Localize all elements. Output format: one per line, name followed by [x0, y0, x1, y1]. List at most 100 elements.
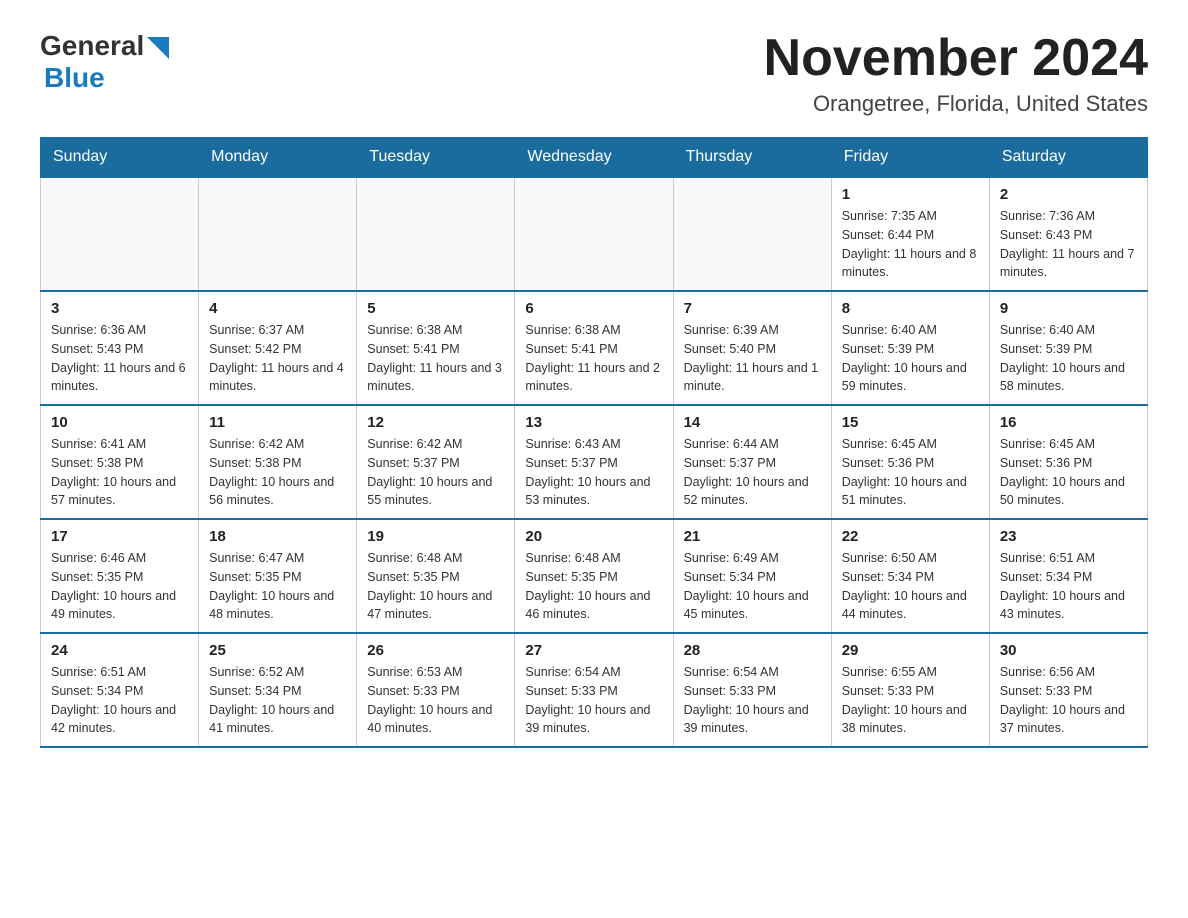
calendar-header-row: SundayMondayTuesdayWednesdayThursdayFrid…	[41, 138, 1148, 178]
calendar-cell: 7 Sunrise: 6:39 AM Sunset: 5:40 PM Daylig…	[673, 291, 831, 405]
day-info: Sunrise: 6:45 AM Sunset: 5:36 PM Dayligh…	[1000, 435, 1137, 510]
calendar-cell: 25Sunrise: 6:52 AM Sunset: 5:34 PM Dayli…	[199, 633, 357, 747]
day-info: Sunrise: 6:38 AM Sunset: 5:41 PM Dayligh…	[367, 321, 504, 396]
calendar-cell: 14Sunrise: 6:44 AM Sunset: 5:37 PM Dayli…	[673, 405, 831, 519]
calendar-header-friday: Friday	[831, 138, 989, 178]
day-info: Sunrise: 7:35 AM Sunset: 6:44 PM Dayligh…	[842, 207, 979, 282]
calendar-cell: 23 Sunrise: 6:51 AM Sunset: 5:34 PM Dayli…	[989, 519, 1147, 633]
day-number: 12	[367, 414, 504, 431]
calendar-cell: 24Sunrise: 6:51 AM Sunset: 5:34 PM Dayli…	[41, 633, 199, 747]
day-info: Sunrise: 6:40 AM Sunset: 5:39 PM Dayligh…	[842, 321, 979, 396]
day-number: 23	[1000, 528, 1137, 545]
day-number: 8	[842, 300, 979, 317]
calendar-header-thursday: Thursday	[673, 138, 831, 178]
calendar-cell: 15 Sunrise: 6:45 AM Sunset: 5:36 PM Dayli…	[831, 405, 989, 519]
day-info: Sunrise: 6:41 AM Sunset: 5:38 PM Dayligh…	[51, 435, 188, 510]
calendar-header-monday: Monday	[199, 138, 357, 178]
calendar-cell	[673, 177, 831, 291]
day-number: 1	[842, 186, 979, 203]
calendar-cell: 3 Sunrise: 6:36 AM Sunset: 5:43 PM Daylig…	[41, 291, 199, 405]
calendar-cell: 22 Sunrise: 6:50 AM Sunset: 5:34 PM Dayli…	[831, 519, 989, 633]
calendar-week-row: 10 Sunrise: 6:41 AM Sunset: 5:38 PM Dayli…	[41, 405, 1148, 519]
day-number: 29	[842, 642, 979, 659]
day-info: Sunrise: 7:36 AM Sunset: 6:43 PM Dayligh…	[1000, 207, 1137, 282]
calendar-header-sunday: Sunday	[41, 138, 199, 178]
calendar-cell: 19 Sunrise: 6:48 AM Sunset: 5:35 PM Dayli…	[357, 519, 515, 633]
calendar-header-wednesday: Wednesday	[515, 138, 673, 178]
day-number: 26	[367, 642, 504, 659]
calendar-cell: 12 Sunrise: 6:42 AM Sunset: 5:37 PM Dayli…	[357, 405, 515, 519]
day-info: Sunrise: 6:48 AM Sunset: 5:35 PM Dayligh…	[367, 549, 504, 624]
calendar-cell: 4 Sunrise: 6:37 AM Sunset: 5:42 PM Daylig…	[199, 291, 357, 405]
day-info: Sunrise: 6:38 AM Sunset: 5:41 PM Dayligh…	[525, 321, 662, 396]
day-info: Sunrise: 6:37 AM Sunset: 5:42 PM Dayligh…	[209, 321, 346, 396]
day-number: 13	[525, 414, 662, 431]
day-number: 24	[51, 642, 188, 659]
calendar-cell: 26Sunrise: 6:53 AM Sunset: 5:33 PM Dayli…	[357, 633, 515, 747]
day-info: Sunrise: 6:44 AM Sunset: 5:37 PM Dayligh…	[684, 435, 821, 510]
calendar-cell: 17Sunrise: 6:46 AM Sunset: 5:35 PM Dayli…	[41, 519, 199, 633]
calendar-cell: 21 Sunrise: 6:49 AM Sunset: 5:34 PM Dayli…	[673, 519, 831, 633]
day-info: Sunrise: 6:48 AM Sunset: 5:35 PM Dayligh…	[525, 549, 662, 624]
calendar-cell	[41, 177, 199, 291]
day-info: Sunrise: 6:54 AM Sunset: 5:33 PM Dayligh…	[684, 663, 821, 738]
day-info: Sunrise: 6:54 AM Sunset: 5:33 PM Dayligh…	[525, 663, 662, 738]
calendar-cell	[515, 177, 673, 291]
calendar-header-saturday: Saturday	[989, 138, 1147, 178]
calendar-week-row: 3 Sunrise: 6:36 AM Sunset: 5:43 PM Daylig…	[41, 291, 1148, 405]
day-info: Sunrise: 6:39 AM Sunset: 5:40 PM Dayligh…	[684, 321, 821, 396]
day-number: 9	[1000, 300, 1137, 317]
day-info: Sunrise: 6:45 AM Sunset: 5:36 PM Dayligh…	[842, 435, 979, 510]
day-number: 4	[209, 300, 346, 317]
calendar-week-row: 24Sunrise: 6:51 AM Sunset: 5:34 PM Dayli…	[41, 633, 1148, 747]
calendar-table: SundayMondayTuesdayWednesdayThursdayFrid…	[40, 137, 1148, 748]
calendar-cell: 27 Sunrise: 6:54 AM Sunset: 5:33 PM Dayli…	[515, 633, 673, 747]
calendar-cell: 16 Sunrise: 6:45 AM Sunset: 5:36 PM Dayli…	[989, 405, 1147, 519]
day-info: Sunrise: 6:42 AM Sunset: 5:38 PM Dayligh…	[209, 435, 346, 510]
logo-general-text: General	[40, 30, 144, 62]
day-info: Sunrise: 6:49 AM Sunset: 5:34 PM Dayligh…	[684, 549, 821, 624]
calendar-subtitle: Orangetree, Florida, United States	[764, 91, 1148, 117]
day-info: Sunrise: 6:36 AM Sunset: 5:43 PM Dayligh…	[51, 321, 188, 396]
day-info: Sunrise: 6:51 AM Sunset: 5:34 PM Dayligh…	[1000, 549, 1137, 624]
calendar-cell: 10 Sunrise: 6:41 AM Sunset: 5:38 PM Dayli…	[41, 405, 199, 519]
day-number: 6	[525, 300, 662, 317]
logo-blue-text: Blue	[44, 62, 105, 94]
calendar-cell: 9 Sunrise: 6:40 AM Sunset: 5:39 PM Daylig…	[989, 291, 1147, 405]
calendar-cell	[199, 177, 357, 291]
calendar-title-section: November 2024 Orangetree, Florida, Unite…	[764, 30, 1148, 117]
calendar-cell: 18Sunrise: 6:47 AM Sunset: 5:35 PM Dayli…	[199, 519, 357, 633]
calendar-header-tuesday: Tuesday	[357, 138, 515, 178]
day-info: Sunrise: 6:40 AM Sunset: 5:39 PM Dayligh…	[1000, 321, 1137, 396]
day-number: 27	[525, 642, 662, 659]
day-number: 28	[684, 642, 821, 659]
day-number: 20	[525, 528, 662, 545]
page-header: General Blue November 2024 Orangetree, F…	[40, 30, 1148, 117]
day-number: 22	[842, 528, 979, 545]
calendar-cell: 28 Sunrise: 6:54 AM Sunset: 5:33 PM Dayli…	[673, 633, 831, 747]
day-number: 7	[684, 300, 821, 317]
day-number: 10	[51, 414, 188, 431]
calendar-cell: 13 Sunrise: 6:43 AM Sunset: 5:37 PM Dayli…	[515, 405, 673, 519]
calendar-title: November 2024	[764, 30, 1148, 87]
day-number: 17	[51, 528, 188, 545]
calendar-cell: 29Sunrise: 6:55 AM Sunset: 5:33 PM Dayli…	[831, 633, 989, 747]
day-info: Sunrise: 6:42 AM Sunset: 5:37 PM Dayligh…	[367, 435, 504, 510]
day-number: 30	[1000, 642, 1137, 659]
day-number: 5	[367, 300, 504, 317]
day-info: Sunrise: 6:43 AM Sunset: 5:37 PM Dayligh…	[525, 435, 662, 510]
day-number: 16	[1000, 414, 1137, 431]
calendar-week-row: 17Sunrise: 6:46 AM Sunset: 5:35 PM Dayli…	[41, 519, 1148, 633]
calendar-cell: 30Sunrise: 6:56 AM Sunset: 5:33 PM Dayli…	[989, 633, 1147, 747]
day-number: 15	[842, 414, 979, 431]
day-number: 3	[51, 300, 188, 317]
day-number: 21	[684, 528, 821, 545]
calendar-cell	[357, 177, 515, 291]
calendar-cell: 2 Sunrise: 7:36 AM Sunset: 6:43 PM Daylig…	[989, 177, 1147, 291]
day-number: 19	[367, 528, 504, 545]
calendar-week-row: 1 Sunrise: 7:35 AM Sunset: 6:44 PM Daylig…	[41, 177, 1148, 291]
day-info: Sunrise: 6:50 AM Sunset: 5:34 PM Dayligh…	[842, 549, 979, 624]
day-number: 2	[1000, 186, 1137, 203]
calendar-cell: 1 Sunrise: 7:35 AM Sunset: 6:44 PM Daylig…	[831, 177, 989, 291]
day-number: 18	[209, 528, 346, 545]
